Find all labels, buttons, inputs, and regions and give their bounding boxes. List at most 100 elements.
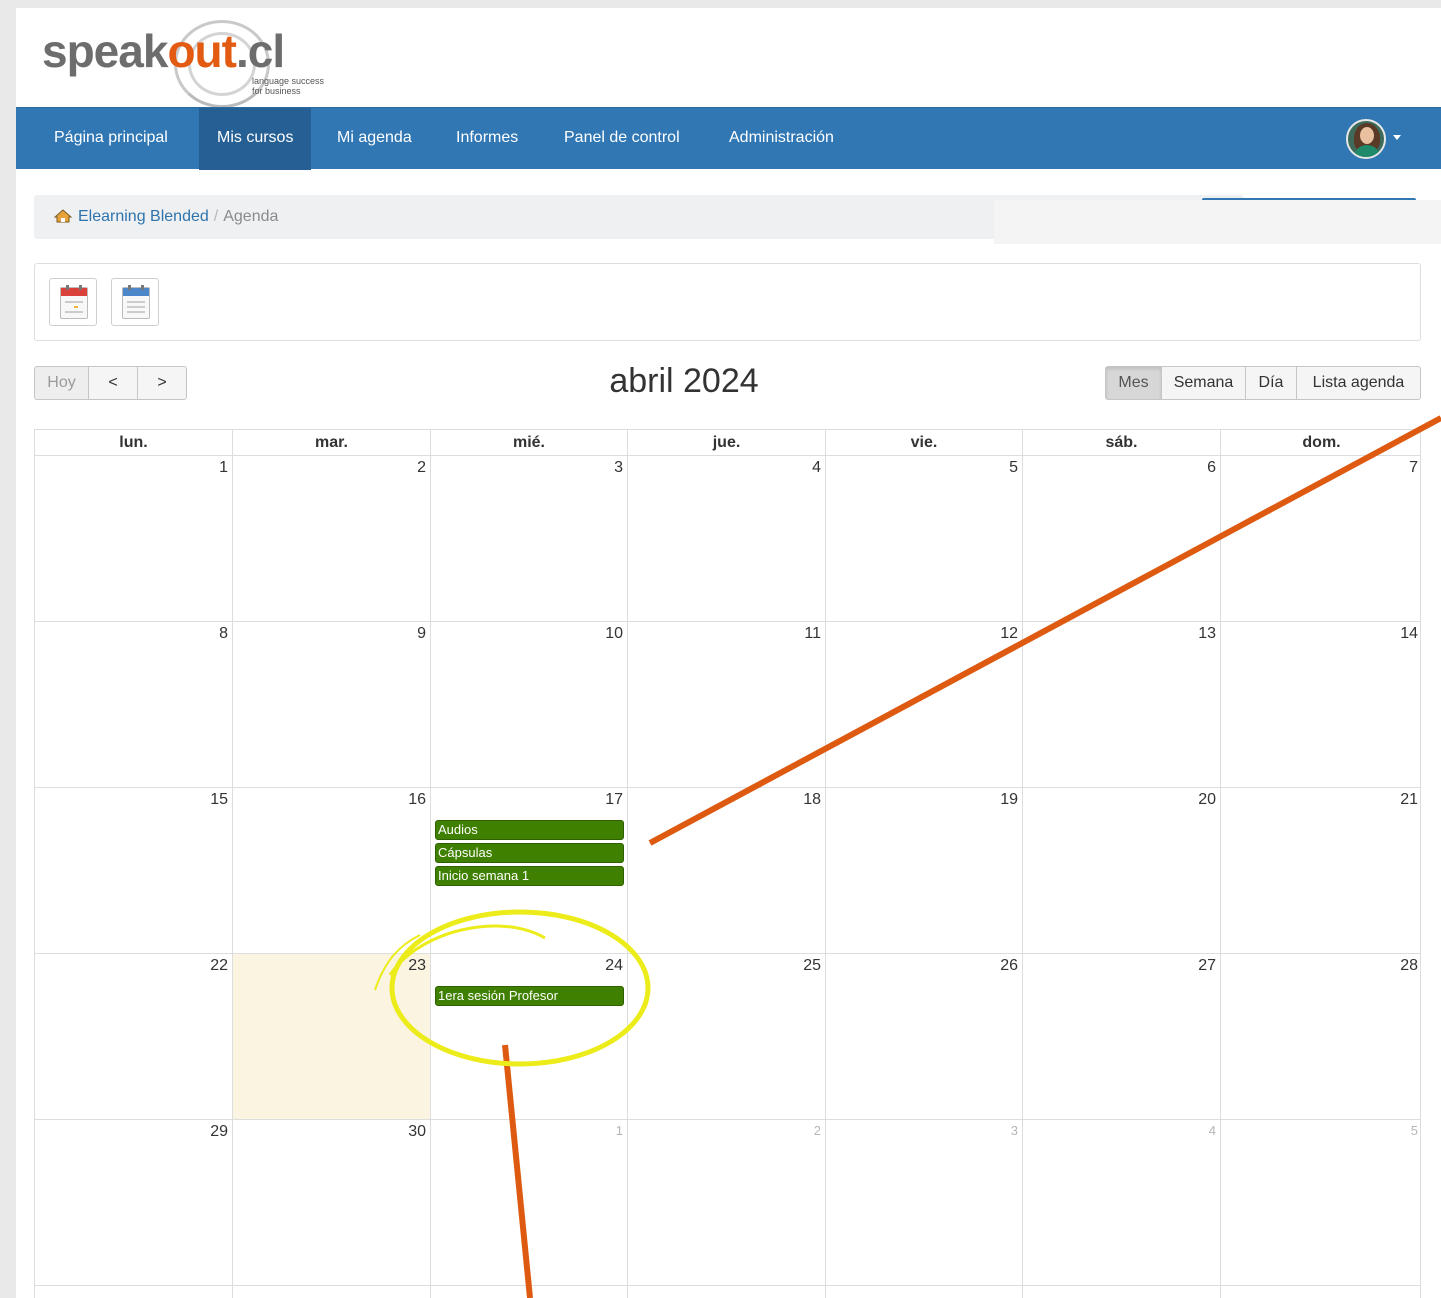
nav-item-mis-cursos[interactable]: Mis cursos bbox=[199, 108, 312, 170]
day-number: 4 bbox=[812, 459, 821, 476]
week-row-partial bbox=[34, 1285, 1421, 1298]
day-cell[interactable]: 26 bbox=[825, 954, 1022, 1120]
day-cell[interactable]: 30 bbox=[232, 1120, 430, 1286]
month-calendar-rings bbox=[66, 285, 82, 290]
day-number: 14 bbox=[1400, 625, 1418, 642]
day-cell[interactable]: 8 bbox=[35, 622, 232, 788]
day-number: 1 bbox=[615, 1123, 623, 1138]
chevron-down-icon[interactable] bbox=[1393, 135, 1401, 140]
weekday-header-row: lun. mar. mié. jue. vie. sáb. dom. bbox=[34, 429, 1421, 456]
day-cell[interactable]: 28 bbox=[1220, 954, 1422, 1120]
day-cell[interactable]: 13 bbox=[1022, 622, 1220, 788]
day-cell[interactable]: 19 bbox=[825, 788, 1022, 954]
breadcrumb-current: Agenda bbox=[223, 208, 279, 225]
day-cell[interactable]: 14 bbox=[1220, 622, 1422, 788]
view-week-button[interactable]: Semana bbox=[1161, 366, 1246, 400]
breadcrumb-home-link[interactable]: Elearning Blended bbox=[78, 208, 209, 225]
prev-button[interactable]: < bbox=[88, 366, 138, 400]
day-cell[interactable] bbox=[1022, 1286, 1220, 1298]
nav-item-panel-de-control[interactable]: Panel de control bbox=[546, 108, 698, 170]
weekday-header-0: lun. bbox=[119, 434, 148, 451]
day-cell[interactable]: 5 bbox=[825, 456, 1022, 622]
nav-item-mi-agenda[interactable]: Mi agenda bbox=[319, 108, 430, 170]
day-cell[interactable] bbox=[1220, 1286, 1422, 1298]
day-cell[interactable]: 23 bbox=[232, 954, 430, 1120]
agenda-tools-panel bbox=[34, 263, 1421, 341]
nav-item-informes[interactable]: Informes bbox=[438, 108, 536, 170]
day-cell[interactable]: 22 bbox=[35, 954, 232, 1120]
day-cell[interactable]: 21 bbox=[1220, 788, 1422, 954]
list-calendar-rings bbox=[128, 285, 144, 290]
list-calendar-glyph bbox=[122, 285, 150, 319]
day-cell[interactable]: 1 bbox=[430, 1120, 627, 1286]
day-number: 30 bbox=[408, 1123, 426, 1140]
main-navbar: Página principal Mis cursos Mi agenda In… bbox=[16, 107, 1441, 170]
day-number: 28 bbox=[1400, 957, 1418, 974]
day-cell[interactable]: 10 bbox=[430, 622, 627, 788]
calendar-event[interactable]: Cápsulas bbox=[435, 843, 624, 863]
day-cell[interactable]: 6 bbox=[1022, 456, 1220, 622]
home-icon[interactable] bbox=[54, 209, 72, 223]
day-cell[interactable]: 25 bbox=[627, 954, 825, 1120]
calendar-event[interactable]: Audios bbox=[435, 820, 624, 840]
nav-item-administracion[interactable]: Administración bbox=[711, 108, 852, 170]
day-cell[interactable]: 4 bbox=[627, 456, 825, 622]
week-row: 1 2 3 4 5 6 7 bbox=[34, 455, 1422, 622]
day-cell[interactable]: 27 bbox=[1022, 954, 1220, 1120]
day-cell[interactable] bbox=[232, 1286, 430, 1298]
day-number: 17 bbox=[605, 791, 623, 808]
day-number: 11 bbox=[804, 625, 821, 642]
day-number: 2 bbox=[417, 459, 426, 476]
view-month-button[interactable]: Mes bbox=[1105, 366, 1162, 400]
day-cell[interactable]: 3 bbox=[825, 1120, 1022, 1286]
day-number: 13 bbox=[1198, 625, 1216, 642]
view-list-button[interactable]: Lista agenda bbox=[1296, 366, 1421, 400]
day-cell[interactable]: 11 bbox=[627, 622, 825, 788]
day-cell[interactable]: 20 bbox=[1022, 788, 1220, 954]
day-cell[interactable]: 7 bbox=[1220, 456, 1422, 622]
list-calendar-icon[interactable] bbox=[111, 278, 159, 326]
day-cell[interactable]: 16 bbox=[232, 788, 430, 954]
day-cell[interactable]: 18 bbox=[627, 788, 825, 954]
day-cell[interactable]: 9 bbox=[232, 622, 430, 788]
nav-item-pagina-principal[interactable]: Página principal bbox=[36, 108, 186, 170]
weekday-header-5: sáb. bbox=[1022, 430, 1220, 456]
calendar-event[interactable]: Inicio semana 1 bbox=[435, 866, 624, 886]
day-cell[interactable] bbox=[825, 1286, 1022, 1298]
day-cell[interactable]: 12 bbox=[825, 622, 1022, 788]
day-cell[interactable] bbox=[35, 1286, 232, 1298]
day-cell[interactable] bbox=[627, 1286, 825, 1298]
breadcrumb-separator: / bbox=[213, 208, 219, 225]
calendar-title: abril 2024 bbox=[609, 362, 759, 400]
day-cell[interactable]: 1 bbox=[35, 456, 232, 622]
day-cell[interactable] bbox=[430, 1286, 627, 1298]
view-day-button[interactable]: Día bbox=[1245, 366, 1297, 400]
speakout-logo[interactable]: speakout.cl language success for business bbox=[42, 18, 362, 108]
day-number: 18 bbox=[803, 791, 821, 808]
weekday-header-4: vie. bbox=[825, 430, 1022, 456]
day-cell[interactable]: 2 bbox=[627, 1120, 825, 1286]
day-cell[interactable]: 2 bbox=[232, 456, 430, 622]
calendar-event[interactable]: 1era sesión Profesor bbox=[435, 986, 624, 1006]
day-number: 3 bbox=[614, 459, 623, 476]
day-cell[interactable]: 15 bbox=[35, 788, 232, 954]
day-number: 19 bbox=[1000, 791, 1018, 808]
header: speakout.cl language success for business bbox=[16, 8, 1441, 108]
day-cell[interactable]: 17 Audios Cápsulas Inicio semana 1 bbox=[430, 788, 627, 954]
day-number: 2 bbox=[813, 1123, 821, 1138]
day-cell[interactable]: 5 bbox=[1220, 1120, 1422, 1286]
next-button[interactable]: > bbox=[137, 366, 187, 400]
day-cell[interactable]: 3 bbox=[430, 456, 627, 622]
day-cell[interactable]: 4 bbox=[1022, 1120, 1220, 1286]
day-cell[interactable]: 24 1era sesión Profesor bbox=[430, 954, 627, 1120]
day-number: 1 bbox=[219, 459, 228, 476]
day-number: 8 bbox=[219, 625, 228, 642]
month-calendar-line bbox=[65, 301, 83, 303]
today-button[interactable]: Hoy bbox=[34, 366, 89, 400]
logo-tagline: language success for business bbox=[252, 76, 325, 96]
week-row: 8 9 10 11 12 13 14 bbox=[34, 621, 1422, 788]
day-cell[interactable]: 29 bbox=[35, 1120, 232, 1286]
avatar-icon[interactable] bbox=[1346, 119, 1386, 159]
avatar-face bbox=[1360, 127, 1374, 144]
month-calendar-icon[interactable] bbox=[49, 278, 97, 326]
